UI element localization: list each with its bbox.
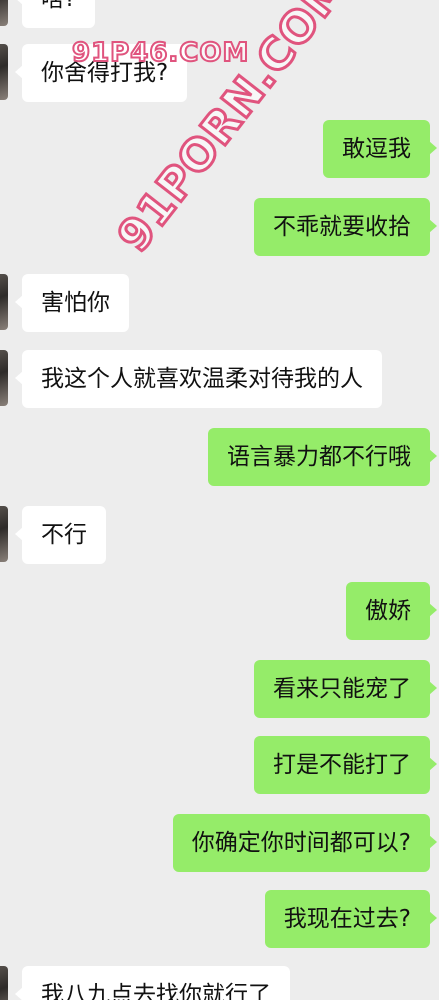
- message-row: 我现在过去?: [0, 890, 439, 950]
- chat-message-list[interactable]: 啥? 你舍得打我? 敢逗我 不乖就要收拾 害怕你 我这个人就喜欢温柔对待我的人 …: [0, 0, 439, 1000]
- message-row: 看来只能宠了: [0, 660, 439, 720]
- message-bubble[interactable]: 打是不能打了: [254, 736, 437, 794]
- message-bubble[interactable]: 不乖就要收拾: [254, 198, 437, 256]
- message-bubble[interactable]: 敢逗我: [323, 120, 437, 178]
- message-bubble[interactable]: 你确定你时间都可以?: [172, 814, 438, 872]
- message-bubble[interactable]: 我现在过去?: [264, 890, 438, 948]
- message-bubble[interactable]: 害怕你: [15, 274, 129, 332]
- message-row: 我这个人就喜欢温柔对待我的人: [0, 350, 439, 410]
- message-row: 你确定你时间都可以?: [0, 814, 439, 874]
- message-row: 敢逗我: [0, 120, 439, 180]
- message-bubble[interactable]: 不行: [15, 506, 106, 564]
- avatar[interactable]: [0, 0, 8, 26]
- message-bubble[interactable]: 我这个人就喜欢温柔对待我的人: [15, 350, 382, 408]
- message-row: 我八九点去找你就行了: [0, 966, 439, 1000]
- message-row: 啥?: [0, 0, 439, 30]
- avatar[interactable]: [0, 274, 8, 330]
- message-bubble[interactable]: 语言暴力都不行哦: [208, 428, 437, 486]
- message-bubble[interactable]: 我八九点去找你就行了: [15, 966, 290, 1000]
- message-row: 傲娇: [0, 582, 439, 642]
- message-row: 语言暴力都不行哦: [0, 428, 439, 488]
- message-row: 你舍得打我?: [0, 44, 439, 104]
- avatar[interactable]: [0, 44, 8, 100]
- message-row: 打是不能打了: [0, 736, 439, 796]
- message-row: 不行: [0, 506, 439, 566]
- message-bubble[interactable]: 啥?: [14, 0, 96, 28]
- message-bubble[interactable]: 看来只能宠了: [254, 660, 437, 718]
- avatar[interactable]: [0, 350, 8, 406]
- message-row: 害怕你: [0, 274, 439, 334]
- avatar[interactable]: [0, 966, 8, 1000]
- avatar[interactable]: [0, 506, 8, 562]
- message-row: 不乖就要收拾: [0, 198, 439, 258]
- message-bubble[interactable]: 傲娇: [346, 582, 437, 640]
- message-bubble[interactable]: 你舍得打我?: [14, 44, 188, 102]
